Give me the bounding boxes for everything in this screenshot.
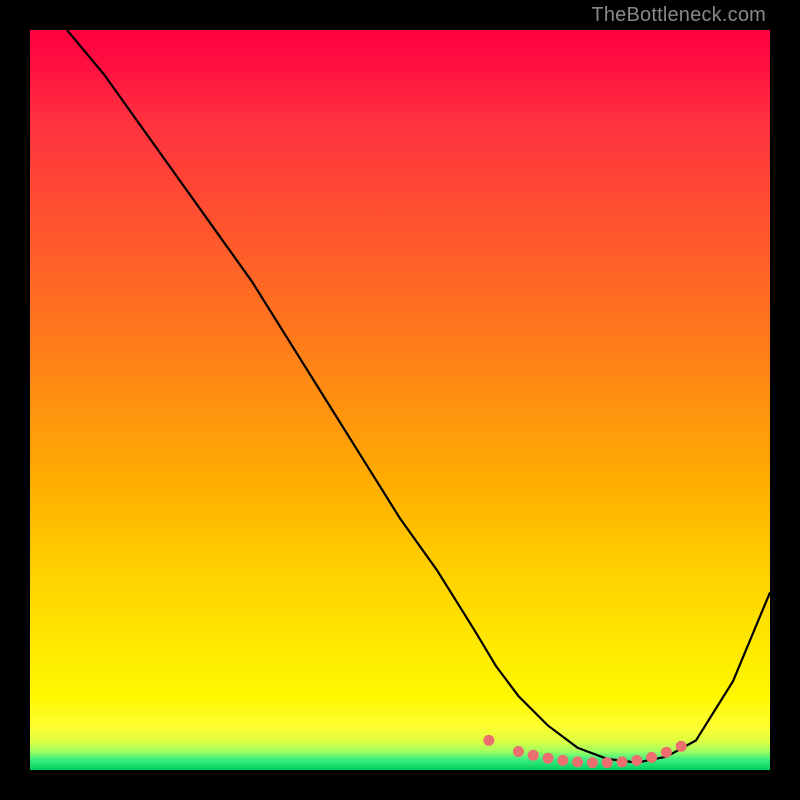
optimal-marker	[661, 747, 672, 758]
optimal-marker	[483, 735, 494, 746]
watermark-text: TheBottleneck.com	[591, 4, 766, 27]
optimal-marker	[543, 753, 554, 764]
optimal-marker	[572, 756, 583, 767]
optimal-marker	[631, 755, 642, 766]
chart-container: TheBottleneck.com	[0, 0, 800, 800]
optimal-marker	[557, 755, 568, 766]
optimal-marker	[602, 757, 613, 768]
chart-svg	[30, 30, 770, 770]
optimal-marker	[528, 750, 539, 761]
optimal-marker	[646, 752, 657, 763]
bottleneck-curve	[67, 30, 770, 763]
optimal-marker	[513, 746, 524, 757]
optimal-marker	[587, 757, 598, 768]
optimal-marker	[617, 756, 628, 767]
optimal-marker	[676, 741, 687, 752]
